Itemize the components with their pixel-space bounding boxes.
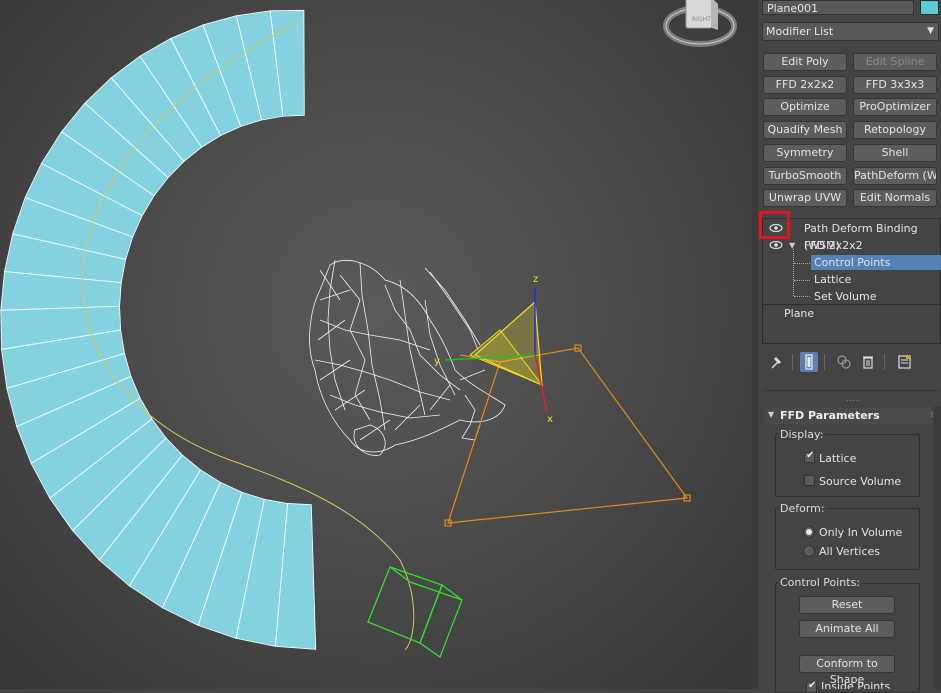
stack-item-label: FFD 2x2x2 [804,239,863,252]
all-vertices-radio[interactable] [803,545,815,557]
viewcube-right-face-label: RIGHT [692,16,711,23]
collapse-triangle-icon: ▼ [768,410,775,419]
only-in-volume-label: Only In Volume [819,526,903,539]
configure-sets-icon[interactable] [895,352,913,372]
path-gizmo-box[interactable] [367,566,463,659]
lattice-label: Lattice [819,452,857,465]
subobject-label: Control Points [814,256,891,269]
panel-scrollbar[interactable] [934,406,941,689]
modifier-button-shell[interactable]: Shell [853,143,937,162]
source-volume-checkbox[interactable] [804,475,815,486]
modifier-button-ffd-2x2x2[interactable]: FFD 2x2x2 [763,75,847,94]
stack-item-plane[interactable]: Plane [763,305,941,322]
scene-canvas[interactable]: z y x [0,0,752,689]
checkmark-icon: ✔ [806,450,815,461]
stack-item-ffd[interactable]: ▼ FFD 2x2x2 [763,237,941,254]
object-color-swatch[interactable] [920,0,939,15]
modifier-button-prooptimizer[interactable]: ProOptimizer [853,98,937,117]
toolbar-separator [884,354,885,370]
lattice-checkbox[interactable]: ✔ [804,450,815,463]
stack-item-label: Plane [784,307,815,320]
modifier-list-label: Modifier List [766,25,834,38]
axis-y-label: y [434,356,440,367]
all-vertices-label: All Vertices [819,545,881,558]
chevron-down-icon: ▼ [927,26,934,36]
toolbar-separator [824,354,825,370]
animate-all-button[interactable]: Animate All [799,620,895,638]
modifier-button-retopology[interactable]: Retopology [853,121,937,140]
inside-points-checkbox[interactable]: ✔ [806,680,817,693]
transform-gizmo[interactable] [444,288,548,413]
ffd-lattice[interactable] [444,344,691,527]
show-end-result-icon[interactable] [800,352,818,372]
deform-group [775,508,920,570]
reset-button[interactable]: Reset [799,596,895,614]
modifier-button-unwrap-uvw[interactable]: Unwrap UVW [763,189,847,208]
make-unique-icon[interactable] [835,352,853,372]
command-panel-modify: Plane001 Modifier List ▼ Edit Poly Edit S… [758,0,941,693]
toolbar-separator [792,354,793,370]
eye-icon[interactable] [769,240,783,250]
deformed-plane-mesh[interactable] [0,0,404,652]
perspective-viewport[interactable]: z y x RIGHT [0,0,752,689]
conform-to-shape-button[interactable]: Conform to Shape [799,655,895,686]
remove-modifier-icon[interactable] [859,352,877,372]
subobject-control-points[interactable]: Control Points [763,254,941,271]
modifier-button-quadify-mesh[interactable]: Quadify Mesh [763,121,847,140]
annotation-highlight-box [759,211,790,239]
modifier-button-pathdeform-wsm[interactable]: PathDeform (WSM) [853,166,937,185]
modifier-button-turbosmooth[interactable]: TurboSmooth [763,166,847,185]
checkmark-icon: ✔ [808,680,817,691]
modifier-list-dropdown[interactable]: Modifier List ▼ [762,22,939,41]
rollout-title: FFD Parameters [780,409,880,422]
pin-stack-icon[interactable] [768,352,786,372]
source-volume-label: Source Volume [819,475,902,488]
modifier-button-optimize[interactable]: Optimize [763,98,847,117]
modifier-button-edit-normals[interactable]: Edit Normals [853,189,937,208]
object-name-field[interactable]: Plane001 [762,0,914,15]
subobject-set-volume[interactable]: Set Volume [763,288,941,305]
rollout-grip-icon[interactable]: ⋯⋯ [846,396,861,405]
modifier-button-symmetry[interactable]: Symmetry [763,143,847,162]
display-group-label: Display: [778,428,826,441]
axis-x-label: x [547,414,553,425]
stack-toolbar [768,352,938,374]
control-points-group-label: Control Points: [778,576,863,589]
modifier-button-edit-poly[interactable]: Edit Poly [763,53,847,71]
subobject-label: Set Volume [814,290,877,303]
subobject-lattice[interactable]: Lattice [763,271,941,288]
ffd-parameters-rollout-header[interactable]: ▼ FFD Parameters ⁞⁞ [764,408,936,424]
deform-group-label: Deform: [778,502,827,515]
panel-separator [764,390,938,391]
inside-points-label: Inside Points [821,680,891,689]
modifier-button-edit-spline[interactable]: Edit Spline [853,53,937,71]
subobject-label: Lattice [814,273,852,286]
modifier-button-ffd-3x3x3[interactable]: FFD 3x3x3 [853,75,937,94]
viewcube[interactable] [662,0,742,52]
only-in-volume-radio[interactable] [803,526,815,538]
axis-z-label: z [533,274,538,285]
